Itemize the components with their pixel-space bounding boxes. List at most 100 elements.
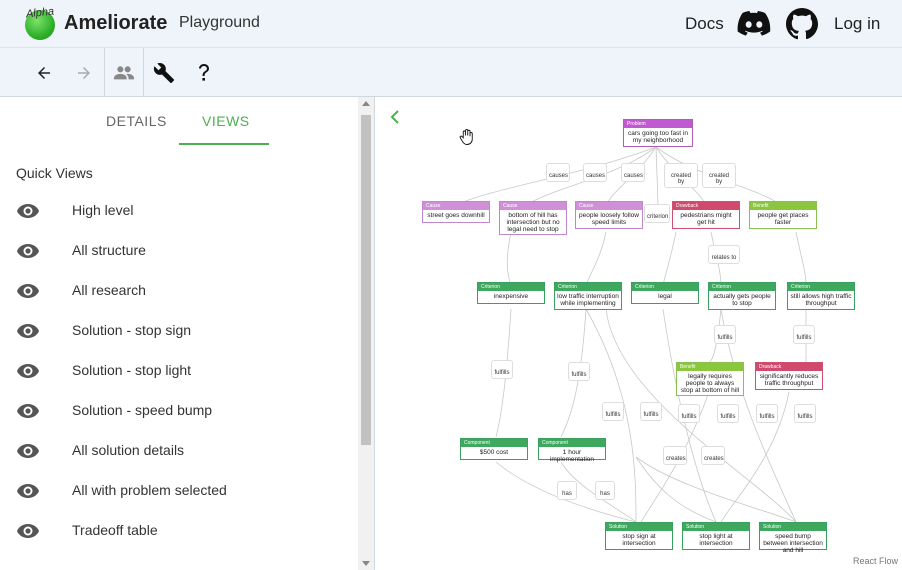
edge-label[interactable]: has <box>595 481 615 500</box>
edge-label[interactable]: creates <box>663 446 687 465</box>
quick-view-item[interactable]: All research <box>0 273 358 313</box>
eye-icon[interactable] <box>16 403 40 419</box>
eye-icon[interactable] <box>16 203 40 219</box>
edge-label[interactable]: fulfills <box>717 404 739 423</box>
node-text: still allows high traffic throughput <box>790 293 852 307</box>
github-icon[interactable] <box>786 8 818 40</box>
node-solution[interactable]: Solution speed bump between intersection… <box>759 522 827 554</box>
scroll-down-arrow[interactable] <box>362 561 370 566</box>
people-icon[interactable] <box>110 48 138 97</box>
help-icon[interactable] <box>192 48 216 97</box>
edge-label[interactable]: causes <box>583 163 607 182</box>
quick-view-label: Solution - stop light <box>72 362 192 378</box>
node-text: bottom of hill has intersection but no l… <box>506 212 560 233</box>
edge-label[interactable]: fulfills <box>794 404 816 423</box>
quick-view-label: Solution - speed bump <box>72 402 213 418</box>
edge-label[interactable]: fulfills <box>568 362 590 381</box>
quick-view-item[interactable]: All structure <box>0 233 358 273</box>
node-text: inexpensive <box>493 293 529 300</box>
node-type: Criterion <box>788 283 854 291</box>
discord-icon[interactable] <box>737 10 771 38</box>
eye-icon[interactable] <box>16 243 40 259</box>
react-flow-attribution[interactable]: React Flow <box>853 556 898 566</box>
edge-label[interactable]: fulfills <box>678 404 700 423</box>
quick-view-item[interactable]: All solution details <box>0 433 358 473</box>
edge-label[interactable]: has <box>557 481 577 500</box>
node-type: Criterion <box>555 283 621 291</box>
edge-label[interactable]: relates to <box>708 245 740 264</box>
eye-icon[interactable] <box>16 363 40 379</box>
edge-label[interactable]: created by <box>664 163 698 188</box>
arrow-forward-icon[interactable] <box>70 48 98 97</box>
docs-link[interactable]: Docs <box>685 14 724 34</box>
edge-label[interactable]: fulfills <box>602 402 624 421</box>
node-drawback[interactable]: Drawback significantly reduces traffic t… <box>755 362 823 390</box>
node-solution[interactable]: Solution stop light at intersection <box>682 522 750 550</box>
eye-icon[interactable] <box>16 443 40 459</box>
node-type: Component <box>539 439 605 447</box>
panel-scrollbar[interactable] <box>358 97 374 570</box>
toolbar-divider <box>104 48 105 97</box>
node-type: Problem <box>624 120 692 128</box>
edge-label[interactable]: creates <box>701 446 725 465</box>
node-text: cars going too fast in my neighborhood <box>628 130 688 144</box>
eye-icon[interactable] <box>16 483 40 499</box>
node-text: stop light at intersection <box>699 533 733 547</box>
quick-view-item[interactable]: All with problem selected <box>0 473 358 513</box>
node-text: low traffic interruption while implement… <box>557 293 619 307</box>
edge-label[interactable]: causes <box>621 163 645 182</box>
edge-label[interactable]: fulfills <box>756 404 778 423</box>
edge-label[interactable]: fulfills <box>491 360 513 379</box>
node-criterion[interactable]: Criterion low traffic interruption while… <box>554 282 622 310</box>
diagram-canvas[interactable]: Problem cars going too fast in my neighb… <box>376 97 902 570</box>
quick-view-label: All research <box>72 282 146 298</box>
tab-views[interactable]: VIEWS <box>202 113 250 129</box>
arrow-back-icon[interactable] <box>30 48 58 97</box>
node-problem[interactable]: Problem cars going too fast in my neighb… <box>623 119 693 147</box>
wrench-icon[interactable] <box>150 48 178 97</box>
eye-icon[interactable] <box>16 283 40 299</box>
node-type: Solution <box>683 523 749 531</box>
login-button[interactable]: Log in <box>834 14 880 34</box>
node-benefit[interactable]: Benefit people get places faster <box>749 201 817 229</box>
quick-view-label: High level <box>72 202 134 218</box>
edge-label[interactable]: fulfills <box>640 402 662 421</box>
node-text: legal <box>658 293 672 300</box>
node-criterion[interactable]: Criterion legal <box>631 282 699 304</box>
playground-label: Playground <box>179 14 260 31</box>
quick-view-item[interactable]: Solution - speed bump <box>0 393 358 433</box>
quick-view-item[interactable]: Solution - stop light <box>0 353 358 393</box>
node-text: significantly reduces traffic throughput <box>759 373 819 387</box>
node-criterion[interactable]: Criterion actually gets people to stop <box>708 282 776 310</box>
quick-view-item[interactable]: Solution - stop sign <box>0 313 358 353</box>
node-component[interactable]: Component 1 hour implementation <box>538 438 606 463</box>
quick-view-item[interactable]: Tradeoff table <box>0 513 358 553</box>
scroll-thumb[interactable] <box>361 115 371 445</box>
edge-label-text: causes <box>549 173 569 179</box>
node-solution[interactable]: Solution stop sign at intersection <box>605 522 673 550</box>
node-cause[interactable]: Cause people loosely follow speed limits <box>575 201 643 229</box>
node-type: Component <box>461 439 527 447</box>
edge-label[interactable]: created by <box>702 163 736 188</box>
node-criterion[interactable]: Criterion inexpensive <box>477 282 545 304</box>
node-criterion[interactable]: Criterion still allows high traffic thro… <box>787 282 855 310</box>
eye-icon[interactable] <box>16 523 40 539</box>
edge-label-text: causes <box>624 173 644 179</box>
quick-view-item[interactable]: High level <box>0 193 358 233</box>
tab-details[interactable]: DETAILS <box>106 113 167 129</box>
brand-title[interactable]: Ameliorate <box>64 12 167 35</box>
node-cause[interactable]: Cause bottom of hill has intersection bu… <box>499 201 567 235</box>
edge-label-text: has <box>600 491 610 497</box>
edge-label[interactable]: criterion <box>644 204 670 223</box>
node-type: Criterion <box>478 283 544 291</box>
edge-label[interactable]: fulfills <box>793 325 815 344</box>
node-benefit[interactable]: Benefit legally requires people to alway… <box>676 362 744 396</box>
node-component[interactable]: Component $500 cost <box>460 438 528 460</box>
node-drawback[interactable]: Drawback pedestrians might get hit <box>672 201 740 229</box>
edge-label[interactable]: fulfills <box>714 325 736 344</box>
edge-label[interactable]: causes <box>546 163 570 182</box>
quick-view-label: All solution details <box>72 442 185 458</box>
eye-icon[interactable] <box>16 323 40 339</box>
node-cause[interactable]: Cause street goes downhill <box>422 201 490 223</box>
scroll-up-arrow[interactable] <box>362 101 370 106</box>
